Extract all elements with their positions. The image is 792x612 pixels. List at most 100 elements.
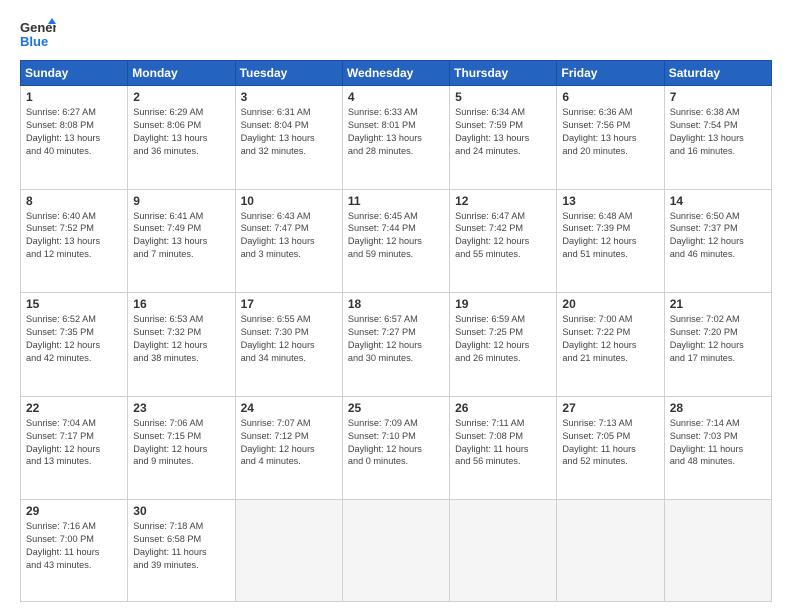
calendar-day [664,500,771,602]
svg-text:Blue: Blue [20,34,48,49]
day-info: Sunrise: 6:38 AMSunset: 7:54 PMDaylight:… [670,106,766,158]
calendar-day: 27 Sunrise: 7:13 AMSunset: 7:05 PMDayligh… [557,396,664,500]
day-info: Sunrise: 6:40 AMSunset: 7:52 PMDaylight:… [26,210,122,262]
calendar-day: 8 Sunrise: 6:40 AMSunset: 7:52 PMDaylight… [21,189,128,293]
calendar-day: 2 Sunrise: 6:29 AMSunset: 8:06 PMDaylight… [128,86,235,190]
day-info: Sunrise: 7:07 AMSunset: 7:12 PMDaylight:… [241,417,337,469]
weekday-header-row: SundayMondayTuesdayWednesdayThursdayFrid… [21,61,772,86]
day-info: Sunrise: 7:13 AMSunset: 7:05 PMDaylight:… [562,417,658,469]
day-number: 28 [670,401,766,415]
day-number: 30 [133,504,229,518]
day-info: Sunrise: 6:29 AMSunset: 8:06 PMDaylight:… [133,106,229,158]
day-number: 3 [241,90,337,104]
calendar-week-5: 29 Sunrise: 7:16 AMSunset: 7:00 PMDayligh… [21,500,772,602]
header: General Blue [20,16,772,52]
day-info: Sunrise: 6:52 AMSunset: 7:35 PMDaylight:… [26,313,122,365]
calendar-week-3: 15Sunrise: 6:52 AMSunset: 7:35 PMDayligh… [21,293,772,397]
day-number: 12 [455,194,551,208]
calendar-day: 16 Sunrise: 6:53 AMSunset: 7:32 PMDayligh… [128,293,235,397]
day-number: 4 [348,90,444,104]
weekday-header-tuesday: Tuesday [235,61,342,86]
day-info: Sunrise: 6:27 AMSunset: 8:08 PMDaylight:… [26,106,122,158]
calendar-page: General Blue SundayMondayTuesdayWednesda… [0,0,792,612]
day-info: Sunrise: 6:48 AMSunset: 7:39 PMDaylight:… [562,210,658,262]
day-info: Sunrise: 7:04 AMSunset: 7:17 PMDaylight:… [26,417,122,469]
calendar-table: SundayMondayTuesdayWednesdayThursdayFrid… [20,60,772,602]
calendar-day: 11 Sunrise: 6:45 AMSunset: 7:44 PMDayligh… [342,189,449,293]
calendar-day: 18Sunrise: 6:57 AMSunset: 7:27 PMDayligh… [342,293,449,397]
day-info: Sunrise: 7:02 AMSunset: 7:20 PMDaylight:… [670,313,766,365]
calendar-week-1: 1 Sunrise: 6:27 AMSunset: 8:08 PMDaylight… [21,86,772,190]
calendar-day: 13 Sunrise: 6:48 AMSunset: 7:39 PMDayligh… [557,189,664,293]
calendar-day [235,500,342,602]
day-number: 14 [670,194,766,208]
calendar-day: 21 Sunrise: 7:02 AMSunset: 7:20 PMDayligh… [664,293,771,397]
day-info: Sunrise: 6:47 AMSunset: 7:42 PMDaylight:… [455,210,551,262]
weekday-header-thursday: Thursday [450,61,557,86]
day-info: Sunrise: 6:43 AMSunset: 7:47 PMDaylight:… [241,210,337,262]
day-info: Sunrise: 7:09 AMSunset: 7:10 PMDaylight:… [348,417,444,469]
calendar-day: 24Sunrise: 7:07 AMSunset: 7:12 PMDayligh… [235,396,342,500]
day-number: 13 [562,194,658,208]
calendar-day: 1 Sunrise: 6:27 AMSunset: 8:08 PMDaylight… [21,86,128,190]
day-info: Sunrise: 7:14 AMSunset: 7:03 PMDaylight:… [670,417,766,469]
calendar-day [342,500,449,602]
calendar-day: 10Sunrise: 6:43 AMSunset: 7:47 PMDayligh… [235,189,342,293]
day-number: 5 [455,90,551,104]
calendar-day: 4 Sunrise: 6:33 AMSunset: 8:01 PMDaylight… [342,86,449,190]
day-info: Sunrise: 6:41 AMSunset: 7:49 PMDaylight:… [133,210,229,262]
weekday-header-wednesday: Wednesday [342,61,449,86]
day-number: 27 [562,401,658,415]
day-info: Sunrise: 6:33 AMSunset: 8:01 PMDaylight:… [348,106,444,158]
day-info: Sunrise: 6:57 AMSunset: 7:27 PMDaylight:… [348,313,444,365]
calendar-body: 1 Sunrise: 6:27 AMSunset: 8:08 PMDaylight… [21,86,772,602]
day-info: Sunrise: 6:45 AMSunset: 7:44 PMDaylight:… [348,210,444,262]
day-number: 21 [670,297,766,311]
calendar-day: 30Sunrise: 7:18 AMSunset: 6:58 PMDayligh… [128,500,235,602]
calendar-day: 7 Sunrise: 6:38 AMSunset: 7:54 PMDaylight… [664,86,771,190]
day-number: 9 [133,194,229,208]
calendar-day: 20 Sunrise: 7:00 AMSunset: 7:22 PMDayligh… [557,293,664,397]
day-info: Sunrise: 7:16 AMSunset: 7:00 PMDaylight:… [26,520,122,572]
calendar-day: 23 Sunrise: 7:06 AMSunset: 7:15 PMDayligh… [128,396,235,500]
day-info: Sunrise: 7:00 AMSunset: 7:22 PMDaylight:… [562,313,658,365]
day-info: Sunrise: 6:36 AMSunset: 7:56 PMDaylight:… [562,106,658,158]
calendar-day: 9 Sunrise: 6:41 AMSunset: 7:49 PMDaylight… [128,189,235,293]
day-number: 11 [348,194,444,208]
day-info: Sunrise: 7:06 AMSunset: 7:15 PMDaylight:… [133,417,229,469]
day-number: 2 [133,90,229,104]
day-info: Sunrise: 6:53 AMSunset: 7:32 PMDaylight:… [133,313,229,365]
day-info: Sunrise: 6:50 AMSunset: 7:37 PMDaylight:… [670,210,766,262]
calendar-day: 28 Sunrise: 7:14 AMSunset: 7:03 PMDayligh… [664,396,771,500]
day-info: Sunrise: 6:31 AMSunset: 8:04 PMDaylight:… [241,106,337,158]
logo-icon: General Blue [20,16,56,52]
day-number: 8 [26,194,122,208]
day-number: 1 [26,90,122,104]
calendar-day [557,500,664,602]
weekday-header-sunday: Sunday [21,61,128,86]
day-info: Sunrise: 6:55 AMSunset: 7:30 PMDaylight:… [241,313,337,365]
day-number: 20 [562,297,658,311]
calendar-day [450,500,557,602]
calendar-day: 5 Sunrise: 6:34 AMSunset: 7:59 PMDaylight… [450,86,557,190]
calendar-day: 6 Sunrise: 6:36 AMSunset: 7:56 PMDaylight… [557,86,664,190]
day-number: 7 [670,90,766,104]
calendar-day: 22 Sunrise: 7:04 AMSunset: 7:17 PMDayligh… [21,396,128,500]
day-info: Sunrise: 7:11 AMSunset: 7:08 PMDaylight:… [455,417,551,469]
calendar-week-2: 8 Sunrise: 6:40 AMSunset: 7:52 PMDaylight… [21,189,772,293]
day-number: 16 [133,297,229,311]
day-number: 29 [26,504,122,518]
calendar-day: 26Sunrise: 7:11 AMSunset: 7:08 PMDayligh… [450,396,557,500]
weekday-header-monday: Monday [128,61,235,86]
calendar-week-4: 22 Sunrise: 7:04 AMSunset: 7:17 PMDayligh… [21,396,772,500]
day-number: 6 [562,90,658,104]
day-number: 23 [133,401,229,415]
logo: General Blue [20,16,56,52]
calendar-day: 12 Sunrise: 6:47 AMSunset: 7:42 PMDayligh… [450,189,557,293]
day-number: 25 [348,401,444,415]
calendar-day: 25 Sunrise: 7:09 AMSunset: 7:10 PMDayligh… [342,396,449,500]
day-info: Sunrise: 6:34 AMSunset: 7:59 PMDaylight:… [455,106,551,158]
day-number: 17 [241,297,337,311]
day-info: Sunrise: 6:59 AMSunset: 7:25 PMDaylight:… [455,313,551,365]
day-number: 22 [26,401,122,415]
